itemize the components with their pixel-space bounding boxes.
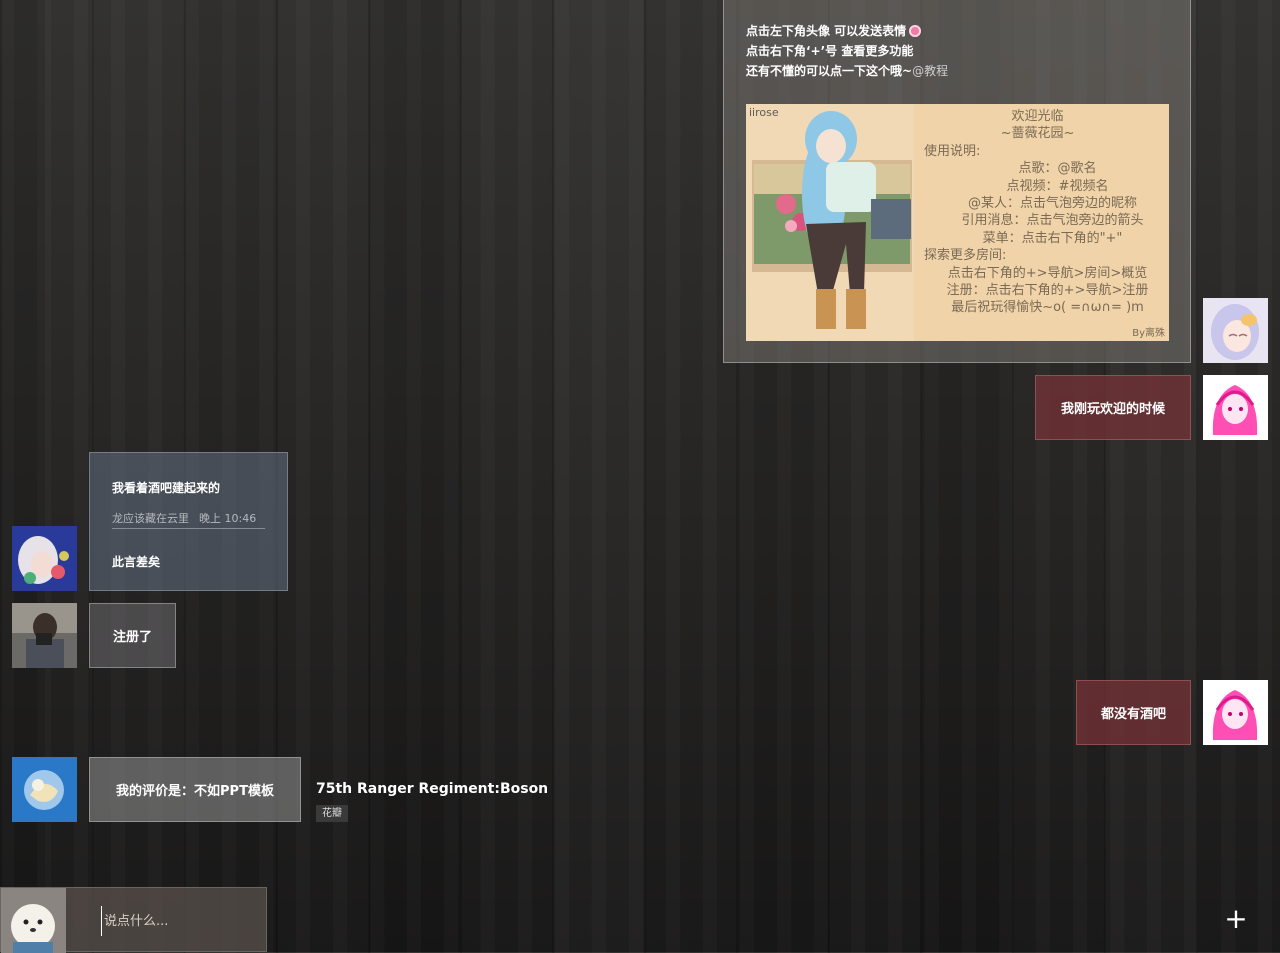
announcement-line: 点击左下角头像 可以发送表情 xyxy=(746,21,1168,41)
user-avatar[interactable] xyxy=(12,757,77,822)
flower-icon xyxy=(909,25,922,37)
user-avatar[interactable] xyxy=(12,526,77,591)
poster-line: 最后祝玩得愉快~o( =∩ω∩= )m xyxy=(951,300,1144,316)
poster-line: 使用说明: xyxy=(924,143,981,159)
user-avatar[interactable] xyxy=(12,603,77,668)
poster-credit: By离殊 xyxy=(1132,328,1165,339)
message-text: 我刚玩欢迎的时候 xyxy=(1060,402,1165,417)
message-bubble[interactable]: 注册了 xyxy=(89,603,176,668)
wood-plank xyxy=(369,0,461,952)
message-bubble[interactable]: 我刚玩欢迎的时候 xyxy=(1035,375,1191,440)
anime-girl-illustration xyxy=(746,104,914,341)
announcement-message: 点击左下角头像 可以发送表情 点击右下角‘+’号 查看更多功能 还有不懂的可以点… xyxy=(723,0,1191,363)
reply-quote-author: 龙应该藏在云里 xyxy=(112,512,189,525)
sender-nickname[interactable]: 75th Ranger Regiment:Boson xyxy=(316,781,548,797)
poster-brand: iirose xyxy=(749,106,779,119)
poster-line: 探索更多房间: xyxy=(924,248,1007,264)
poster-line: 引用消息：点击气泡旁边的箭头 xyxy=(961,213,1144,229)
message-bubble[interactable]: 都没有酒吧 xyxy=(1076,680,1191,745)
welcome-poster-image[interactable]: iirose 欢迎光临 ~蔷薇花园~ 使用说明: 点歌：@歌名 点视频：#视频名… xyxy=(746,104,1169,341)
sender-badge: 花瓣 xyxy=(316,805,348,822)
poster-title: 欢迎光临 xyxy=(1011,109,1064,124)
poster-text: 欢迎光临 ~蔷薇花园~ 使用说明: 点歌：@歌名 点视频：#视频名 @某人：点击… xyxy=(916,108,1159,317)
announcement-line: 点击右下角‘+’号 查看更多功能 xyxy=(746,44,914,58)
poster-subtitle: ~蔷薇花园~ xyxy=(1000,126,1075,142)
announcement-line: 还有不懂的可以点一下这个哦~@教程 xyxy=(746,64,949,78)
wood-plank xyxy=(553,0,645,952)
plus-menu-button[interactable]: + xyxy=(1222,905,1250,933)
poster-line: 注册：点击右下角的+>导航>注册 xyxy=(946,283,1149,299)
message-text: 注册了 xyxy=(112,630,152,645)
message-text: 此言差矣 xyxy=(112,555,161,569)
reply-quote-text: 我看着酒吧建起来的 xyxy=(112,481,221,495)
user-avatar[interactable] xyxy=(1203,375,1268,440)
tutorial-mention-link[interactable]: @教程 xyxy=(912,64,948,78)
reply-message-bubble[interactable]: 我看着酒吧建起来的 龙应该藏在云里 晚上 10:46 此言差矣 xyxy=(89,452,288,591)
poster-line: 菜单：点击右下角的"+" xyxy=(982,230,1123,246)
reply-quote-meta: 龙应该藏在云里 晚上 10:46 xyxy=(112,510,265,529)
message-text: 我的评价是：不如PPT模板 xyxy=(116,784,274,799)
poster-line: 点歌：@歌名 xyxy=(1018,161,1097,177)
message-input[interactable] xyxy=(101,906,256,936)
message-input-bar xyxy=(0,887,267,953)
reply-quote-time: 晚上 10:46 xyxy=(199,512,257,525)
poster-line: 点击右下角的+>导航>房间>概览 xyxy=(947,265,1148,281)
poster-line: 点视频：#视频名 xyxy=(1006,178,1109,194)
emoji-avatar-button[interactable] xyxy=(1,888,66,953)
message-text: 都没有酒吧 xyxy=(1100,707,1166,722)
user-avatar[interactable] xyxy=(1203,298,1268,363)
message-bubble[interactable]: 我的评价是：不如PPT模板 xyxy=(89,757,301,822)
poster-line: @某人：点击气泡旁边的昵称 xyxy=(967,196,1137,212)
user-avatar[interactable] xyxy=(1203,680,1268,745)
